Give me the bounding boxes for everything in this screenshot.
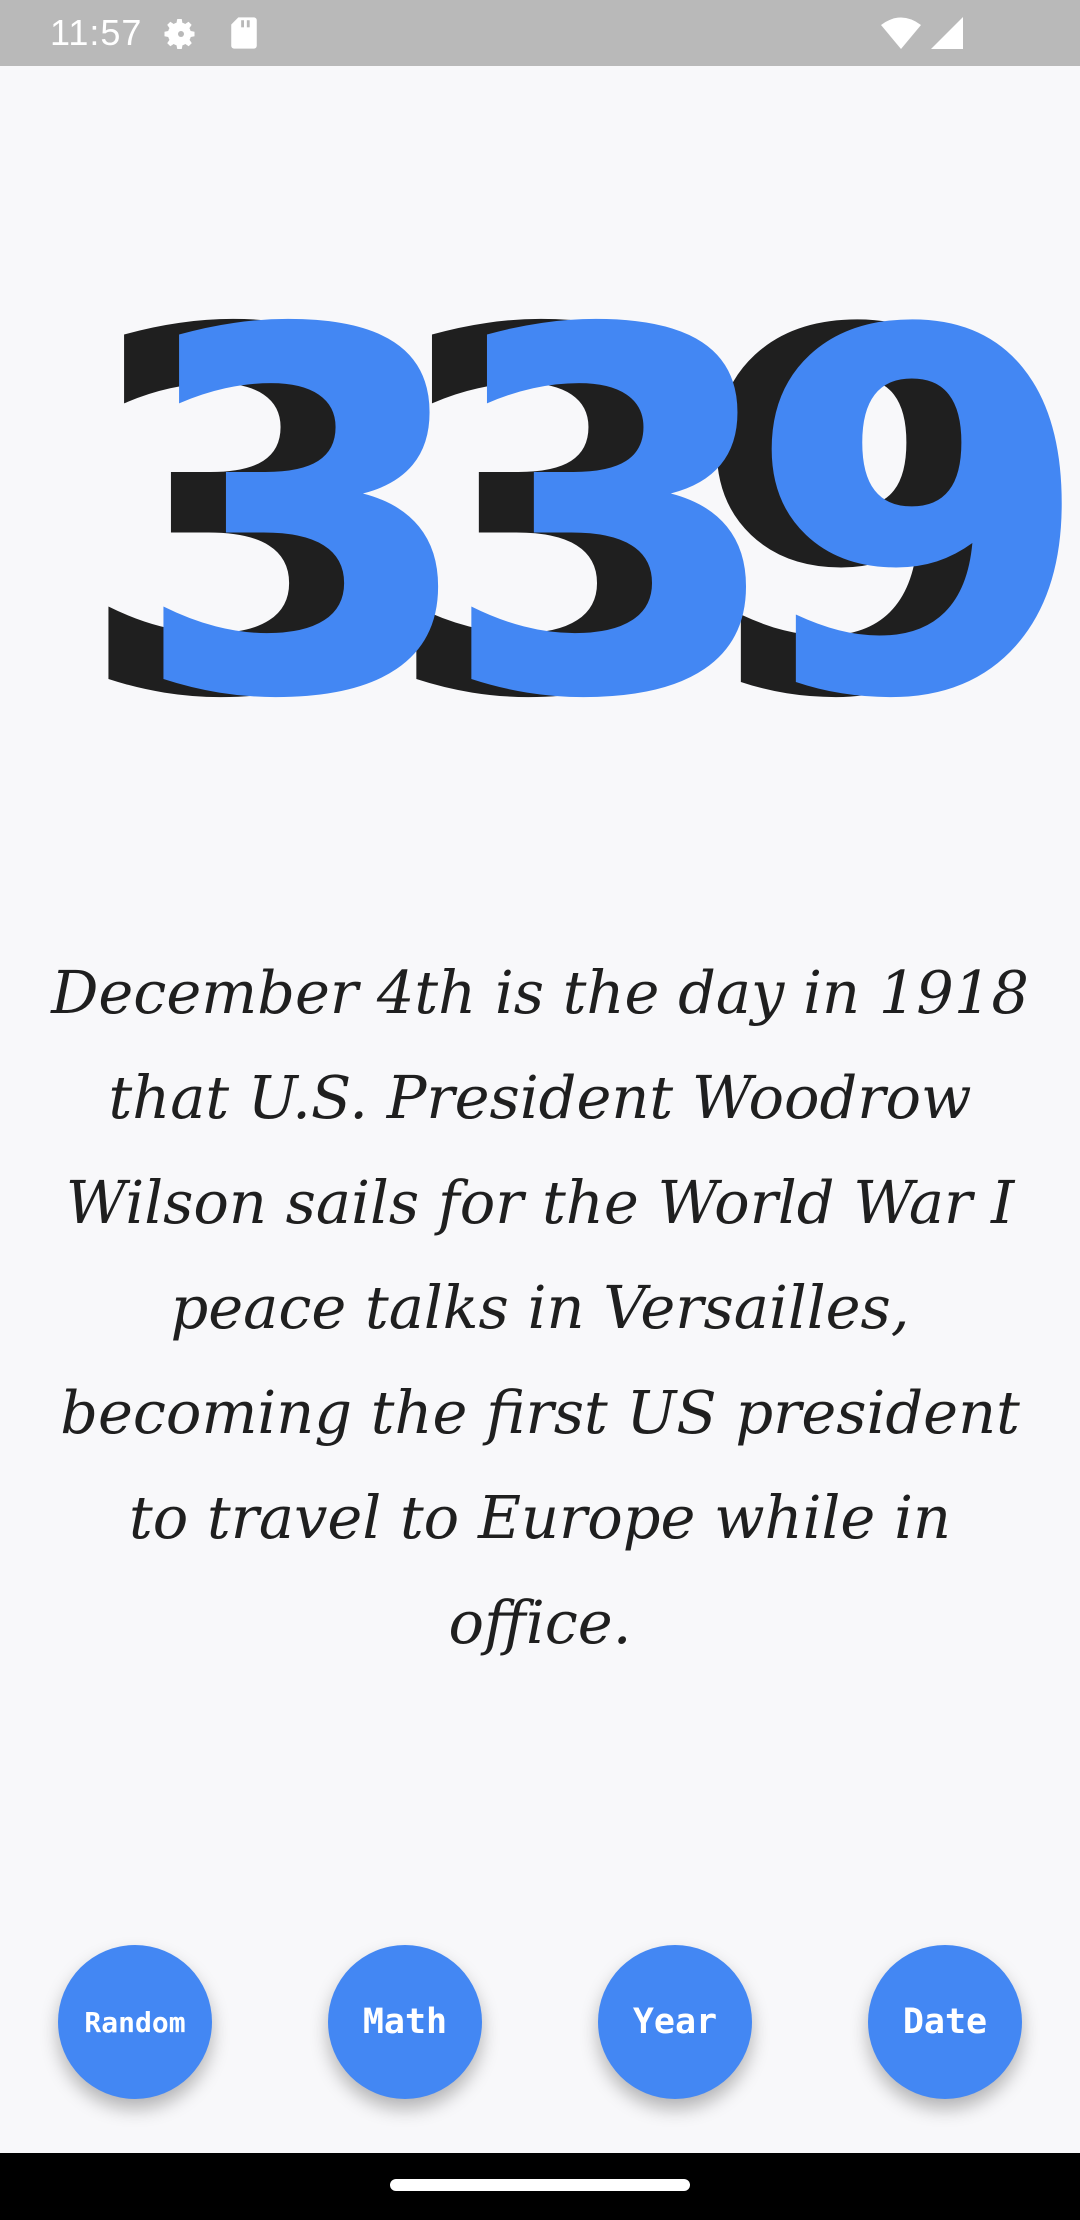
fact-text: December 4th is the day in 1918 that U.S… [51,958,1029,1657]
random-button-label: Random [84,2005,186,2039]
home-indicator[interactable] [390,2179,690,2191]
status-time: 11:57 [50,12,143,53]
status-bar: 11:57 [0,0,1080,66]
settings-icon [163,16,199,56]
sd-card-icon [229,16,259,54]
signal-icon [930,16,964,54]
wifi-icon [880,16,922,54]
math-button-label: Math [362,2002,448,2042]
navigation-bar [0,2153,1080,2220]
year-button-label: Year [632,2002,718,2042]
math-button[interactable]: Math [328,1945,482,2099]
number-display: 339 339 [0,226,1080,808]
random-button[interactable]: Random [58,1945,212,2099]
number-value: 339 [130,230,1066,750]
date-button-label: Date [902,2002,988,2042]
date-button[interactable]: Date [868,1945,1022,2099]
year-button[interactable]: Year [598,1945,752,2099]
